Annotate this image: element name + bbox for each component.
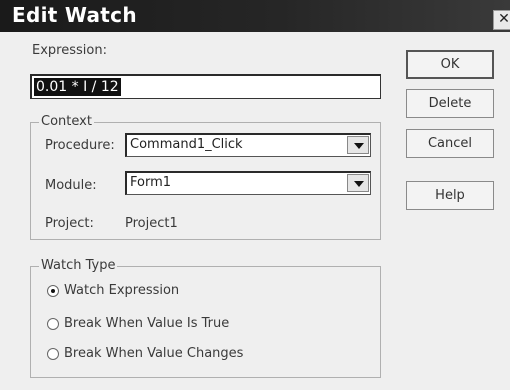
- dropdown-arrow-icon[interactable]: [347, 136, 369, 154]
- radio-unselected-icon[interactable]: [47, 318, 59, 330]
- project-value: Project1: [125, 216, 178, 231]
- title-bar[interactable]: Edit Watch ✕: [0, 0, 510, 32]
- help-button[interactable]: Help: [406, 181, 494, 210]
- radio-selected-icon[interactable]: [47, 285, 59, 297]
- expression-value: 0.01 * I / 12: [34, 78, 121, 96]
- expression-input[interactable]: 0.01 * I / 12: [30, 74, 381, 99]
- ok-button[interactable]: OK: [406, 50, 494, 79]
- module-label: Module:: [45, 178, 97, 193]
- project-label: Project:: [45, 216, 94, 231]
- procedure-value: Command1_Click: [130, 137, 243, 152]
- delete-button[interactable]: Delete: [406, 89, 494, 118]
- procedure-combo[interactable]: Command1_Click: [125, 133, 371, 157]
- edit-watch-dialog: Edit Watch ✕ Expression: 0.01 * I / 12 C…: [0, 0, 510, 390]
- close-button[interactable]: ✕: [493, 10, 510, 30]
- break-when-changes-label: Break When Value Changes: [64, 346, 244, 361]
- dropdown-arrow-icon[interactable]: [347, 174, 369, 192]
- radio-unselected-icon[interactable]: [47, 348, 59, 360]
- break-when-true-label: Break When Value Is True: [64, 316, 230, 331]
- watch-expression-label: Watch Expression: [64, 283, 180, 298]
- module-combo[interactable]: Form1: [125, 171, 371, 195]
- dialog-title: Edit Watch: [12, 3, 137, 27]
- context-group-title: Context: [39, 114, 94, 129]
- expression-label: Expression:: [32, 43, 107, 58]
- module-value: Form1: [130, 175, 172, 190]
- watch-type-group-title: Watch Type: [39, 258, 118, 273]
- cancel-button[interactable]: Cancel: [406, 129, 494, 158]
- close-icon: ✕: [498, 11, 510, 27]
- procedure-label: Procedure:: [45, 138, 115, 153]
